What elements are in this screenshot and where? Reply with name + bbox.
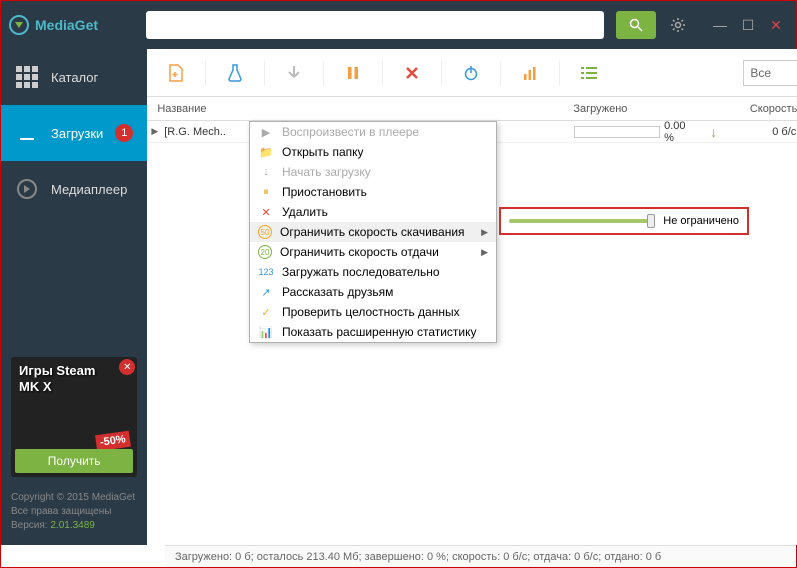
- toolbar: Все ▼: [147, 49, 797, 97]
- search-icon: [629, 18, 643, 32]
- speed-limit-submenu: Не ограничено: [499, 207, 749, 235]
- logo-icon: [9, 15, 29, 35]
- copyright: Copyright © 2015 MediaGet: [11, 491, 137, 505]
- speed-20-icon: 20: [258, 245, 272, 259]
- sidebar-item-downloads[interactable]: Загрузки 1: [1, 105, 147, 161]
- cell-progress: 0.00 %: [664, 120, 698, 144]
- filter-value: Все: [750, 66, 771, 80]
- ctx-delete[interactable]: ✕Удалить: [250, 202, 496, 222]
- col-loaded[interactable]: Загружено: [567, 103, 703, 115]
- version-label: Версия:: [11, 520, 48, 531]
- ctx-open-folder[interactable]: 📁Открыть папку: [250, 142, 496, 162]
- power-button[interactable]: [452, 57, 490, 89]
- progress-bar: [574, 126, 660, 138]
- filter-select[interactable]: Все ▼: [743, 60, 797, 86]
- ctx-limit-download[interactable]: 50Ограничить скорость скачивания▶: [250, 222, 496, 242]
- expand-icon[interactable]: ▶: [147, 126, 158, 137]
- rights: Все права защищены: [11, 505, 137, 519]
- ctx-play: ▶Воспроизвести в плеере: [250, 122, 496, 142]
- arrow-down-icon: [287, 65, 301, 81]
- arrow-down-icon: ↓: [258, 164, 274, 180]
- bars-icon: [523, 66, 537, 80]
- ad-banner[interactable]: ✕ Игры Steam MK X -50% Получить: [11, 357, 137, 477]
- maximize-button[interactable]: ☐: [736, 13, 760, 37]
- bars-icon: 📊: [258, 324, 274, 340]
- ctx-stats[interactable]: 📊Показать расширенную статистику: [250, 322, 496, 342]
- close-button[interactable]: ✕: [764, 13, 788, 37]
- play-icon: [15, 177, 39, 201]
- col-name[interactable]: Название: [147, 103, 387, 115]
- arrow-down-icon: ↓: [710, 124, 717, 140]
- statusbar: Загружено: 0 б; осталось 213.40 Мб; заве…: [165, 545, 796, 567]
- gear-icon: [670, 17, 686, 33]
- ctx-limit-upload[interactable]: 20Ограничить скорость отдачи▶: [250, 242, 496, 262]
- chevron-right-icon: ▶: [481, 227, 488, 238]
- sidebar-item-player[interactable]: Медиаплеер: [1, 161, 147, 217]
- search-input[interactable]: [146, 11, 604, 39]
- list-button[interactable]: [570, 57, 608, 89]
- ad-line1: Игры Steam: [19, 363, 129, 379]
- grid-icon: [15, 65, 39, 89]
- table-header: Название Загружено Скорость С/П +: [147, 97, 797, 121]
- cell-speed: 0 б/c: [724, 126, 797, 138]
- window-controls: — ☐ ✕: [708, 13, 788, 37]
- delete-button[interactable]: [393, 57, 431, 89]
- sidebar-label: Загрузки: [51, 126, 103, 141]
- ctx-start: ↓Начать загрузку: [250, 162, 496, 182]
- file-plus-icon: [168, 64, 184, 82]
- ctx-sequential[interactable]: 123Загружать последовательно: [250, 262, 496, 282]
- app-title: MediaGet: [35, 17, 98, 33]
- sidebar-item-catalog[interactable]: Каталог: [1, 49, 147, 105]
- ad-line2: MK X: [19, 379, 129, 395]
- pause-button[interactable]: [334, 57, 372, 89]
- add-file-button[interactable]: [157, 57, 195, 89]
- pause-icon: [347, 66, 359, 80]
- downloads-badge: 1: [115, 124, 133, 142]
- download-icon: [15, 121, 39, 145]
- download-button[interactable]: [275, 57, 313, 89]
- play-icon: ▶: [258, 124, 274, 140]
- sequence-icon: 123: [258, 264, 274, 280]
- context-menu: ▶Воспроизвести в плеере 📁Открыть папку ↓…: [249, 121, 497, 343]
- share-icon: ↗: [258, 284, 274, 300]
- stats-button[interactable]: [511, 57, 549, 89]
- flask-icon: [228, 64, 242, 82]
- x-icon: [405, 66, 419, 80]
- ctx-check[interactable]: ✓Проверить целостность данных: [250, 302, 496, 322]
- x-icon: ✕: [258, 204, 274, 220]
- speed-50-icon: 50: [258, 225, 272, 239]
- power-icon: [463, 65, 479, 81]
- minimize-button[interactable]: —: [708, 13, 732, 37]
- slider-thumb[interactable]: [647, 214, 655, 228]
- ctx-share[interactable]: ↗Рассказать друзьям: [250, 282, 496, 302]
- sidebar-footer: Copyright © 2015 MediaGet Все права защи…: [1, 483, 147, 545]
- version: 2.01.3489: [50, 520, 95, 531]
- col-speed[interactable]: Скорость: [703, 103, 797, 115]
- folder-icon: 📁: [258, 144, 274, 160]
- flask-button[interactable]: [216, 57, 254, 89]
- status-text: Загружено: 0 б; осталось 213.40 Мб; заве…: [175, 551, 661, 563]
- sidebar: Каталог Загрузки 1 Медиаплеер ✕ Игры Ste…: [1, 49, 147, 545]
- search-button[interactable]: [616, 11, 656, 39]
- settings-button[interactable]: [664, 11, 692, 39]
- check-icon: ✓: [258, 304, 274, 320]
- speed-label: Не ограничено: [663, 215, 739, 227]
- ad-button[interactable]: Получить: [15, 449, 133, 473]
- app-logo: MediaGet: [9, 15, 98, 35]
- sidebar-label: Каталог: [51, 70, 98, 85]
- pause-icon: ⏸: [258, 184, 274, 200]
- titlebar: MediaGet — ☐ ✕: [1, 1, 796, 49]
- chevron-right-icon: ▶: [481, 247, 488, 258]
- speed-slider[interactable]: [509, 219, 655, 223]
- list-icon: [581, 67, 597, 79]
- sidebar-label: Медиаплеер: [51, 182, 127, 197]
- ctx-pause[interactable]: ⏸Приостановить: [250, 182, 496, 202]
